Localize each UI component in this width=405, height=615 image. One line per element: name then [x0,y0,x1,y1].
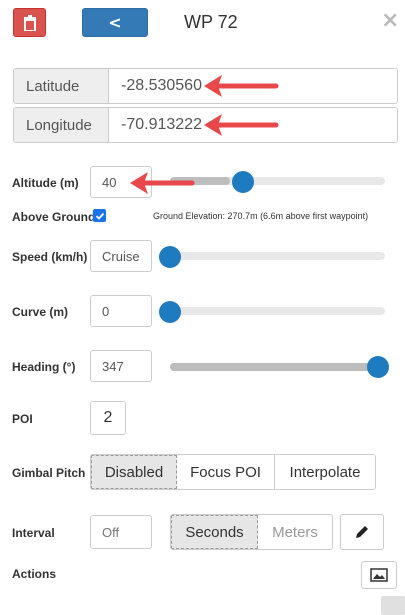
interval-unit-seconds[interactable]: Seconds [171,515,258,549]
gimbal-option-interpolate[interactable]: Interpolate [275,455,375,489]
trash-icon [23,14,36,31]
interval-unit-segmented: Seconds Meters [170,514,333,550]
interval-input[interactable]: Off [90,515,152,549]
scroll-indicator[interactable] [381,596,405,615]
gimbal-option-disabled[interactable]: Disabled [91,455,177,489]
pencil-icon [356,526,368,538]
curve-slider[interactable] [170,307,385,315]
delete-button[interactable] [13,8,46,37]
speed-label: Speed (km/h) [12,250,88,264]
heading-label: Heading (°) [12,360,76,374]
poi-selector[interactable]: 2 [90,401,126,435]
image-icon [370,568,388,582]
waypoint-title: WP 72 [184,12,238,32]
latitude-input[interactable]: -28.530560 [109,69,397,103]
back-button[interactable]: < [82,8,148,37]
edit-interval-button[interactable] [340,514,384,550]
ground-elevation-text: Ground Elevation: 270.7m (6.6m above fir… [153,211,369,221]
altitude-slider[interactable] [170,177,385,185]
gimbal-option-focus-poi[interactable]: Focus POI [177,455,275,489]
interval-unit-meters[interactable]: Meters [258,515,332,549]
latitude-label: Latitude [14,69,109,103]
speed-input[interactable]: Cruise [90,240,152,272]
heading-slider-thumb[interactable] [367,356,389,378]
speed-slider-thumb[interactable] [159,246,181,268]
heading-slider-fill [170,363,382,371]
altitude-input[interactable]: 40 [90,166,152,198]
checkmark-icon [95,212,104,220]
curve-label: Curve (m) [12,305,69,319]
curve-slider-thumb[interactable] [159,301,181,323]
latitude-group: Latitude -28.530560 [13,68,398,104]
actions-label: Actions [12,567,57,581]
interval-label: Interval [12,526,55,540]
longitude-input[interactable]: -70.913222 [109,108,397,142]
speed-slider[interactable] [170,252,385,260]
heading-input[interactable]: 347 [90,350,152,382]
altitude-label: Altitude (m) [12,176,79,190]
curve-input[interactable]: 0 [90,295,152,327]
poi-label: POI [12,412,33,426]
longitude-group: Longitude -70.913222 [13,107,398,143]
altitude-slider-fill [170,177,231,185]
above-ground-label: Above Ground [12,210,96,224]
longitude-label: Longitude [14,108,109,142]
heading-slider[interactable] [170,363,382,371]
gimbal-pitch-segmented: Disabled Focus POI Interpolate [90,454,376,490]
add-action-button[interactable] [361,561,397,589]
gimbal-pitch-label: Gimbal Pitch [12,466,86,480]
above-ground-checkbox[interactable] [93,209,106,222]
close-icon[interactable]: × [381,10,399,32]
altitude-slider-thumb[interactable] [232,171,254,193]
